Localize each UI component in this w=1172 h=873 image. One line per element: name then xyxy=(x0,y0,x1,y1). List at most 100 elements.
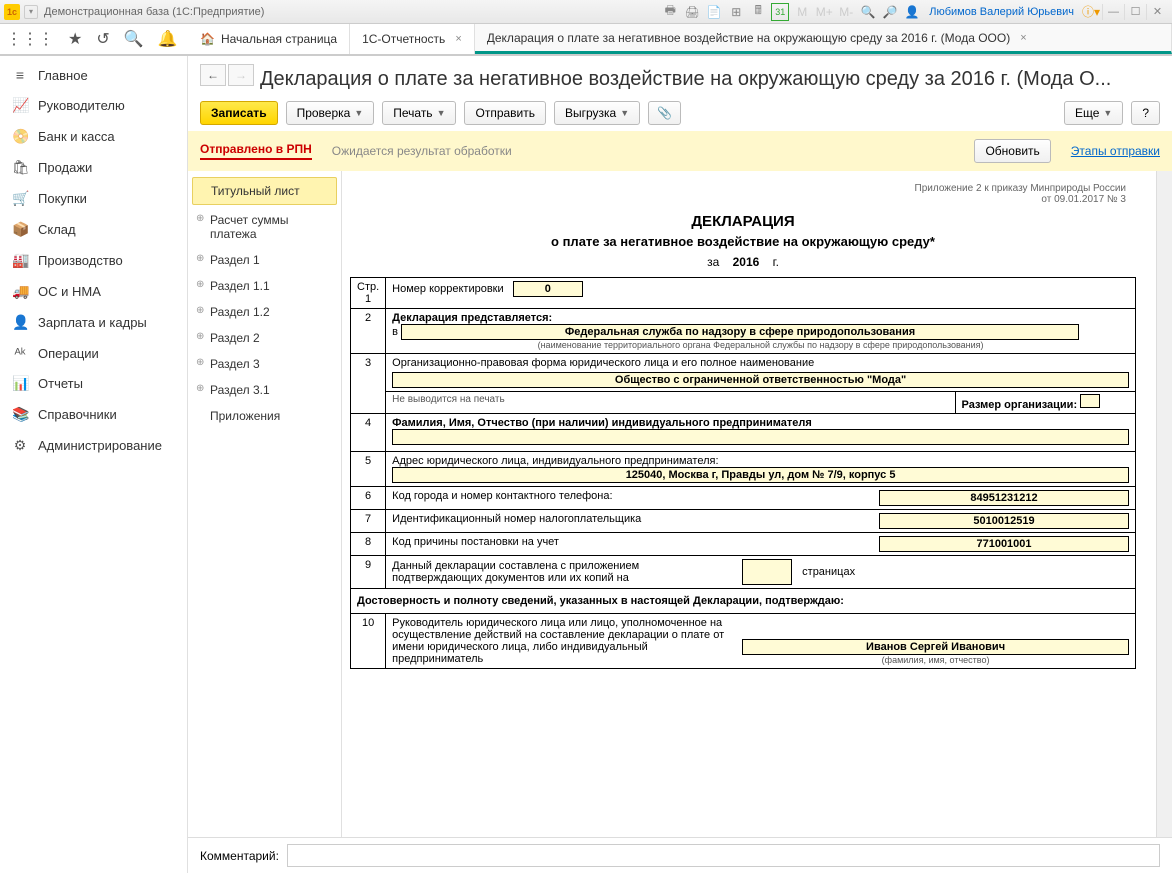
tab-declaration-label: Декларация о плате за негативное воздейс… xyxy=(487,31,1010,45)
signer-field[interactable]: Иванов Сергей Иванович xyxy=(742,639,1129,655)
section-1[interactable]: ⊕Раздел 1 xyxy=(188,247,341,273)
sidebar-item-sales[interactable]: 🛍Продажи xyxy=(0,152,187,183)
quick-icons: ⋮⋮⋮ ★ ↺ 🔍 🔔 xyxy=(0,24,188,54)
save-button[interactable]: Записать xyxy=(200,101,278,125)
tab-reporting[interactable]: 1С-Отчетность × xyxy=(350,24,475,54)
sidebar-label: Руководителю xyxy=(38,98,125,113)
row-num: 10 xyxy=(351,614,386,669)
nav-back-button[interactable]: ← xyxy=(200,64,226,86)
star-icon[interactable]: ★ xyxy=(68,29,82,49)
attach-button[interactable]: 📎 xyxy=(648,101,681,125)
zoom-in-icon[interactable]: 🔍 xyxy=(859,3,877,21)
check-button[interactable]: Проверка▼ xyxy=(286,101,375,125)
sidebar-item-stock[interactable]: 📦Склад xyxy=(0,214,187,245)
phone-field[interactable]: 84951231212 xyxy=(879,490,1129,506)
status-sent-label: Отправлено в РПН xyxy=(200,142,312,160)
sidebar-item-main[interactable]: ≡Главное xyxy=(0,60,187,90)
box-icon: 📦 xyxy=(12,221,28,238)
sidebar-item-admin[interactable]: ⚙Администрирование xyxy=(0,430,187,461)
address-field[interactable]: 125040, Москва г, Правды ул, дом № 7/9, … xyxy=(392,467,1129,483)
window-titlebar: 1c ▾ Демонстрационная база (1С:Предприят… xyxy=(0,0,1172,24)
inn-field[interactable]: 5010012519 xyxy=(879,513,1129,529)
bullet-icon: ⊕ xyxy=(196,213,204,224)
refresh-button[interactable]: Обновить xyxy=(974,139,1050,163)
compare-icon[interactable]: ⊞ xyxy=(727,3,745,21)
row-person-name: Фамилия, Имя, Отчество (при наличии) инд… xyxy=(386,414,1136,452)
sidebar-item-purchases[interactable]: 🛒Покупки xyxy=(0,183,187,214)
sidebar-item-reports[interactable]: 📊Отчеты xyxy=(0,368,187,399)
section-1-2[interactable]: ⊕Раздел 1.2 xyxy=(188,299,341,325)
nav-forward-button[interactable]: → xyxy=(228,64,254,86)
org-name-field[interactable]: Общество с ограниченной ответственностью… xyxy=(392,372,1129,388)
comment-input[interactable] xyxy=(287,844,1160,867)
m-minus-icon[interactable]: M- xyxy=(837,3,855,21)
org-size-field[interactable] xyxy=(1080,394,1100,408)
tab-home[interactable]: 🏠 Начальная страница xyxy=(188,24,350,54)
close-icon[interactable]: × xyxy=(455,33,461,45)
doc-icon[interactable]: 📄 xyxy=(705,3,723,21)
help-button[interactable]: ? xyxy=(1131,101,1160,125)
chevron-down-icon: ▼ xyxy=(437,108,446,118)
kpp-field[interactable]: 771001001 xyxy=(879,536,1129,552)
section-label: Расчет суммы платежа xyxy=(210,213,289,241)
row-signer: Руководитель юридического лица или лицо,… xyxy=(386,614,1136,669)
row-num: 2 xyxy=(351,309,386,354)
calendar-icon[interactable]: 31 xyxy=(771,3,789,21)
current-user[interactable]: Любимов Валерий Юрьевич xyxy=(929,6,1074,18)
print-button[interactable]: Печать▼ xyxy=(382,101,456,125)
sidebar-item-hr[interactable]: 👤Зарплата и кадры xyxy=(0,307,187,338)
minimize-button[interactable]: — xyxy=(1102,4,1124,20)
sidebar-label: Администрирование xyxy=(38,438,162,453)
person-name-field[interactable] xyxy=(392,429,1129,445)
app-menu-dropdown[interactable]: ▾ xyxy=(24,5,38,19)
authority-field[interactable]: Федеральная служба по надзору в сфере пр… xyxy=(401,324,1079,340)
sidebar-item-manager[interactable]: 📈Руководителю xyxy=(0,90,187,121)
maximize-button[interactable]: ☐ xyxy=(1124,4,1146,20)
tab-declaration[interactable]: Декларация о плате за негативное воздейс… xyxy=(475,24,1172,54)
bell-icon[interactable]: 🔔 xyxy=(158,29,178,49)
search-icon[interactable]: 🔍 xyxy=(124,29,144,49)
printer-icon[interactable]: 🖨 xyxy=(683,3,701,21)
sidebar-item-production[interactable]: 🏭Производство xyxy=(0,245,187,276)
stages-link[interactable]: Этапы отправки xyxy=(1071,144,1160,158)
export-label: Выгрузка xyxy=(565,106,616,120)
correction-number-field[interactable]: 0 xyxy=(513,281,583,297)
bullet-icon: ⊕ xyxy=(196,279,204,290)
send-button[interactable]: Отправить xyxy=(464,101,546,125)
section-label: Раздел 1 xyxy=(210,253,260,267)
more-button[interactable]: Еще▼ xyxy=(1064,101,1123,125)
section-3[interactable]: ⊕Раздел 3 xyxy=(188,351,341,377)
sidebar-item-bank[interactable]: 📀Банк и касса xyxy=(0,121,187,152)
sidebar-item-references[interactable]: 📚Справочники xyxy=(0,399,187,430)
section-appendix[interactable]: Приложения xyxy=(188,403,341,429)
print-icon[interactable]: 🖶 xyxy=(661,3,679,21)
info-icon[interactable]: ⓘ▾ xyxy=(1082,3,1100,21)
calc-icon[interactable]: 🖩 xyxy=(749,3,767,21)
sidebar-item-operations[interactable]: ᴬᵏОперации xyxy=(0,338,187,368)
row-attachments: Данный декларации составлена с приложени… xyxy=(386,556,1136,589)
status-bar: Отправлено в РПН Ожидается результат обр… xyxy=(188,131,1172,171)
m-icon[interactable]: M xyxy=(793,3,811,21)
m-plus-icon[interactable]: M+ xyxy=(815,3,833,21)
sidebar-label: ОС и НМА xyxy=(38,284,101,299)
history-icon[interactable]: ↺ xyxy=(96,29,109,49)
section-3-1[interactable]: ⊕Раздел 3.1 xyxy=(188,377,341,403)
section-label: Раздел 3 xyxy=(210,357,260,371)
section-calc[interactable]: ⊕ Расчет суммы платежа xyxy=(188,207,341,247)
close-button[interactable]: ✕ xyxy=(1146,4,1168,20)
sidebar-item-assets[interactable]: 🚚ОС и НМА xyxy=(0,276,187,307)
zoom-out-icon[interactable]: 🔎 xyxy=(881,3,899,21)
close-icon[interactable]: × xyxy=(1020,32,1026,44)
vertical-scrollbar[interactable] xyxy=(1156,171,1172,837)
section-1-1[interactable]: ⊕Раздел 1.1 xyxy=(188,273,341,299)
pages-field[interactable] xyxy=(742,559,792,585)
declaration-title: ДЕКЛАРАЦИЯ xyxy=(350,209,1136,234)
apps-icon[interactable]: ⋮⋮⋮ xyxy=(6,29,54,49)
sidebar-label: Покупки xyxy=(38,191,87,206)
org-size-label: Размер организации: xyxy=(955,392,1135,414)
export-button[interactable]: Выгрузка▼ xyxy=(554,101,640,125)
section-title-page[interactable]: Титульный лист xyxy=(192,177,337,205)
section-2[interactable]: ⊕Раздел 2 xyxy=(188,325,341,351)
menu-icon: ≡ xyxy=(12,67,28,83)
sidebar-label: Отчеты xyxy=(38,376,83,391)
